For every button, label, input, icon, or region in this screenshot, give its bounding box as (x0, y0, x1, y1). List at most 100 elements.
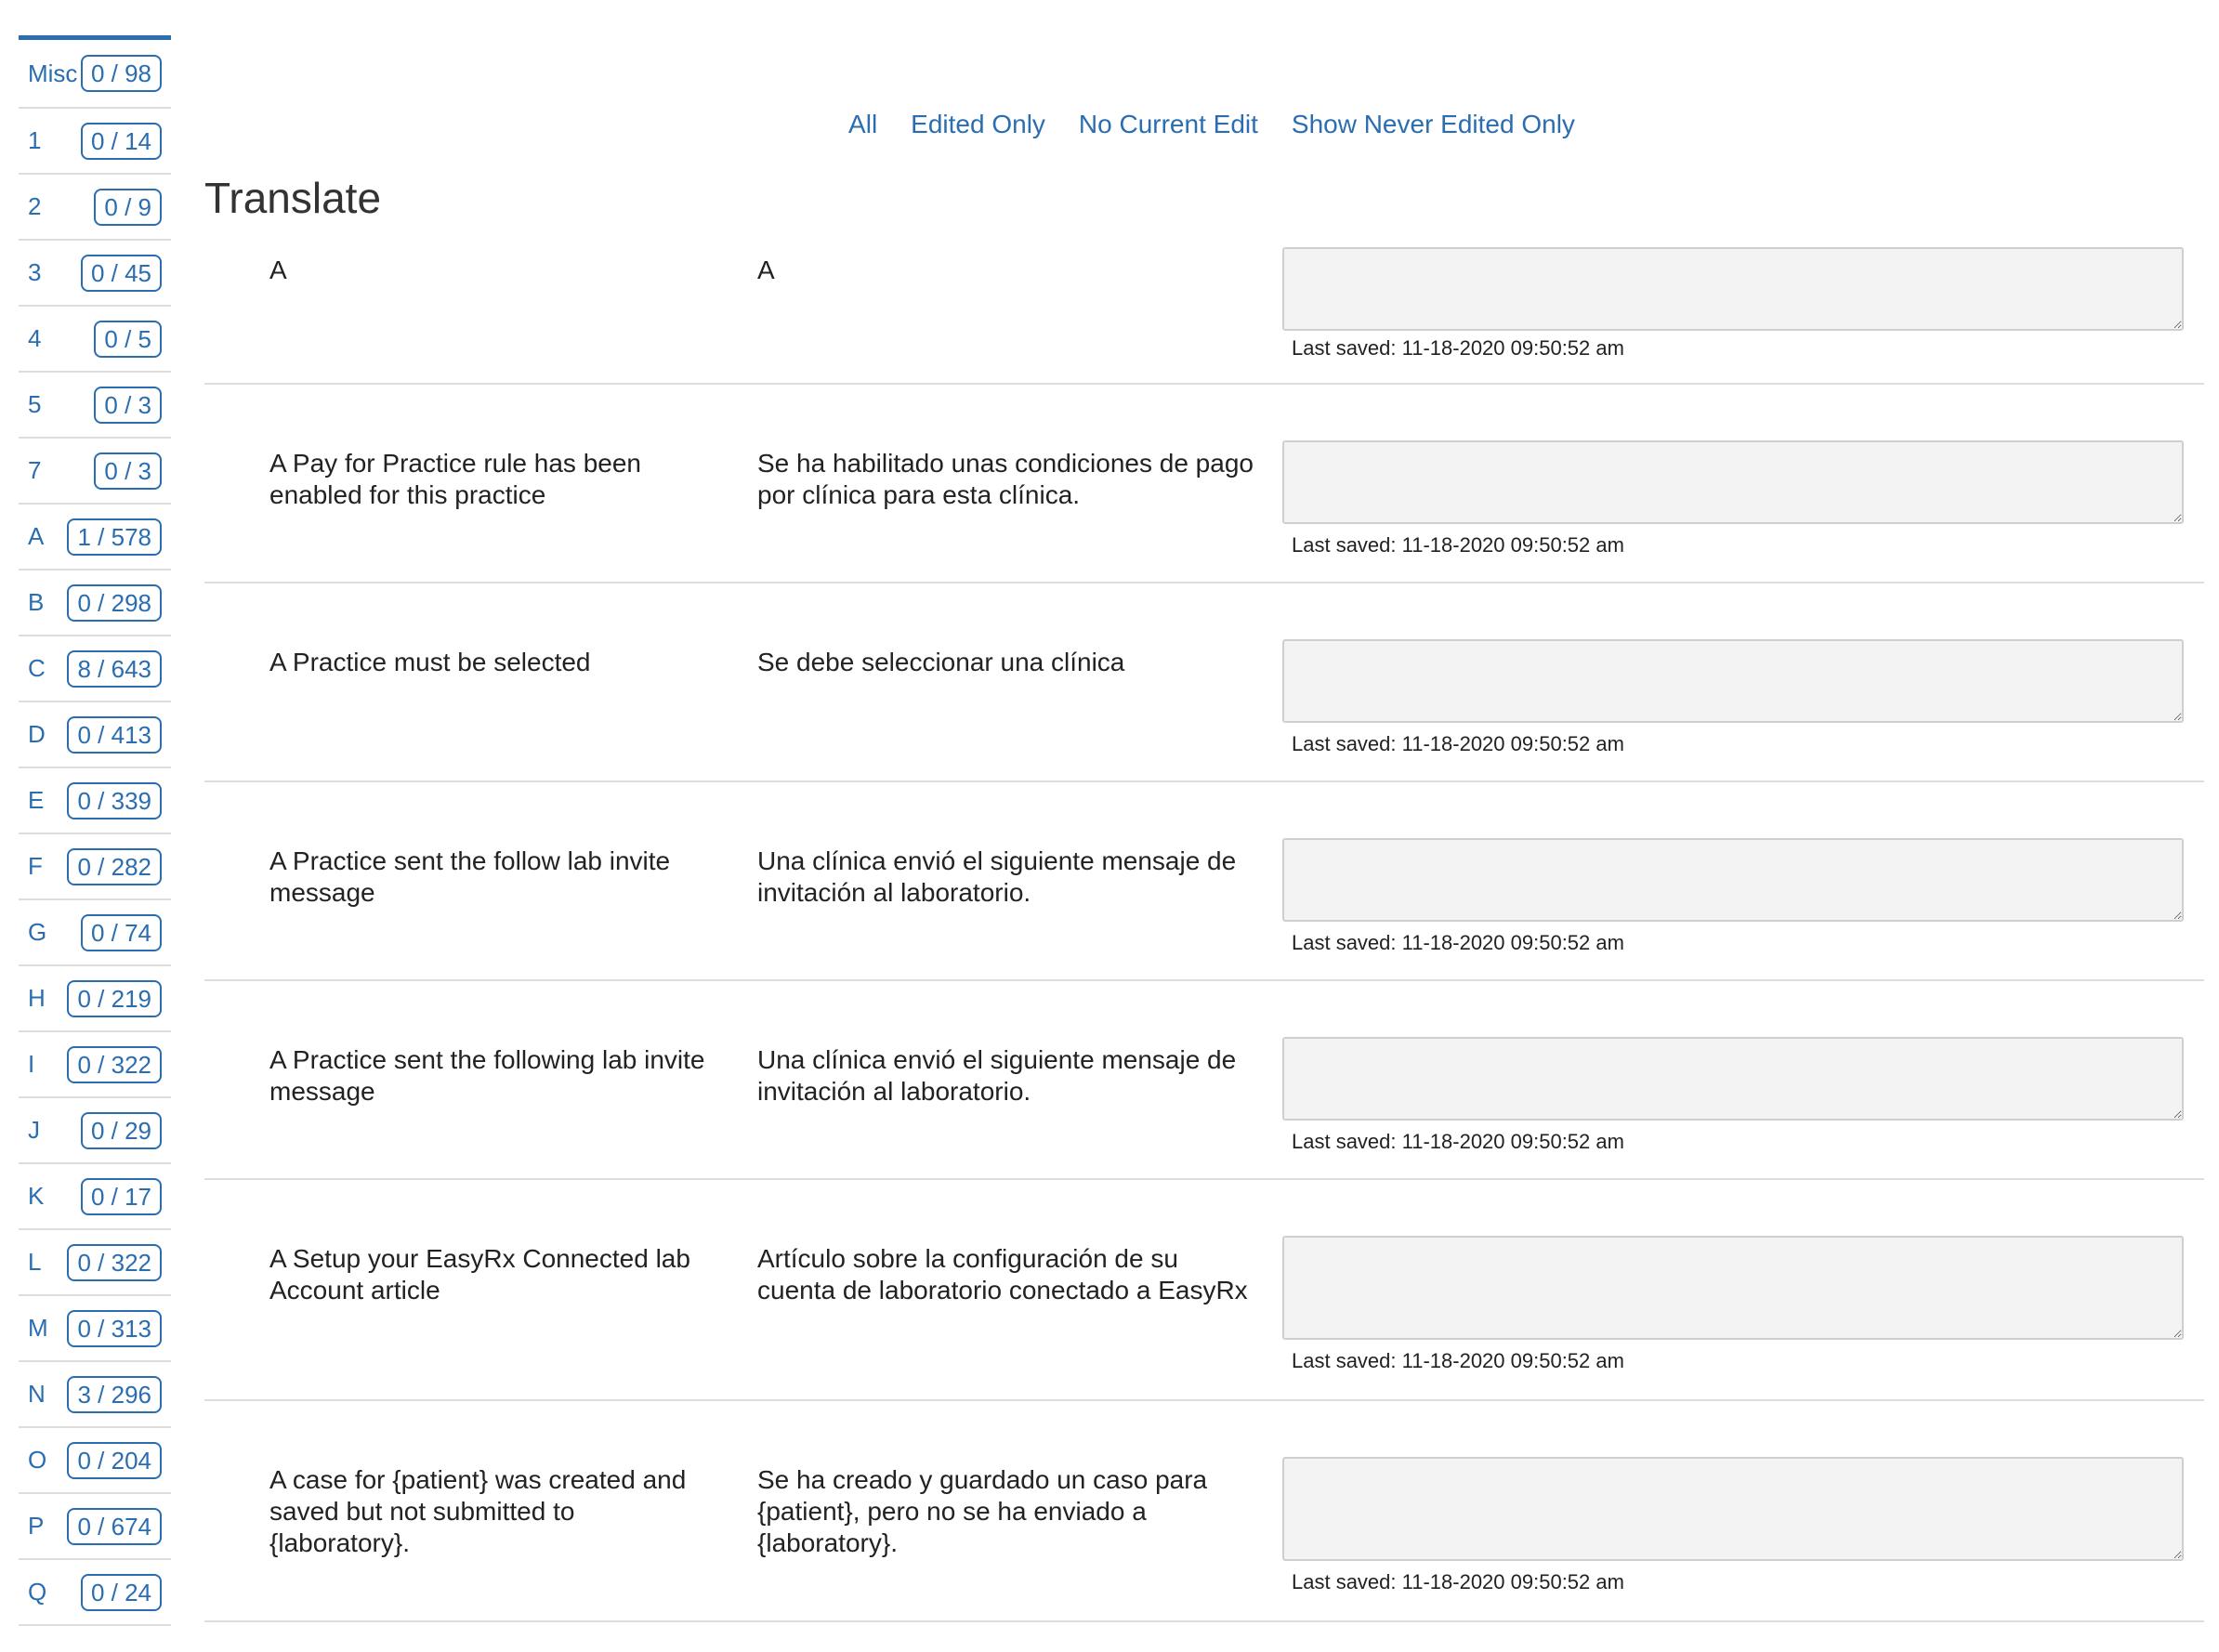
source-text: A Practice must be selected (269, 648, 591, 676)
count-badge: 1 / 578 (67, 518, 162, 556)
last-saved-text: Last saved: 11-18-2020 09:50:52 am (1292, 533, 1624, 557)
sidebar-item-j[interactable]: J 0 / 29 (19, 1098, 171, 1164)
translation-edit-field[interactable] (1282, 440, 2184, 524)
sidebar-item-n[interactable]: N 3 / 296 (19, 1362, 171, 1428)
sidebar-item-label: L (28, 1248, 42, 1276)
translated-text: Se debe seleccionar una clínica (757, 648, 1125, 676)
sidebar-item-m[interactable]: M 0 / 313 (19, 1296, 171, 1362)
count-badge: 0 / 282 (67, 847, 162, 885)
sidebar-item-label: K (28, 1182, 45, 1210)
count-badge: 0 / 3 (94, 452, 162, 490)
sidebar-item-label: C (28, 654, 46, 682)
sidebar-item-d[interactable]: D 0 / 413 (19, 702, 171, 768)
letter-sidebar: Misc 0 / 98 10 / 14 20 / 9 30 / 45 40 / 5… (19, 35, 171, 1626)
sidebar-item-e[interactable]: E 0 / 339 (19, 768, 171, 834)
count-badge: 0 / 3 (94, 386, 162, 424)
count-badge: 3 / 296 (67, 1375, 162, 1413)
sidebar-item-3[interactable]: 3 0 / 45 (19, 241, 171, 307)
sidebar-item-label: 4 (28, 324, 42, 352)
sidebar-item-label: 3 (28, 258, 42, 286)
count-badge: 0 / 29 (80, 1111, 162, 1149)
translation-row: A Practice sent the follow lab invite me… (204, 782, 2204, 981)
last-saved-text: Last saved: 11-18-2020 09:50:52 am (1292, 931, 1624, 954)
sidebar-item-o[interactable]: O 0 / 204 (19, 1428, 171, 1494)
source-text: A Pay for Practice rule has been enabled… (269, 449, 641, 509)
count-badge: 0 / 322 (67, 1045, 162, 1083)
translated-text: Artículo sobre la configuración de su cu… (757, 1244, 1248, 1305)
translation-row: A A Last saved: 11-18-2020 09:50:52 am (204, 243, 2204, 385)
sidebar-item-label: N (28, 1380, 46, 1408)
sidebar-item-4[interactable]: 4 0 / 5 (19, 307, 171, 373)
translation-row: A Practice sent the following lab invite… (204, 981, 2204, 1180)
sidebar-item-l[interactable]: L 0 / 322 (19, 1230, 171, 1296)
sidebar-item-label: 2 (28, 192, 42, 220)
count-badge: 0 / 98 (80, 55, 162, 92)
translation-list: A A Last saved: 11-18-2020 09:50:52 am A… (204, 243, 2204, 1622)
sidebar-item-label: F (28, 852, 43, 880)
last-saved-text: Last saved: 11-18-2020 09:50:52 am (1292, 336, 1624, 360)
translated-text: Una clínica envió el siguiente mensaje d… (757, 846, 1237, 907)
sidebar-item-label: 7 (28, 456, 42, 484)
filter-no-current-edit-link[interactable]: No Current Edit (1079, 110, 1258, 139)
translation-edit-field[interactable] (1282, 639, 2184, 723)
translation-row: A Practice must be selected Se debe sele… (204, 583, 2204, 782)
sidebar-item-g[interactable]: G 0 / 74 (19, 900, 171, 966)
sidebar-item-label: I (28, 1050, 35, 1078)
sidebar-item-label: M (28, 1314, 48, 1342)
count-badge: 0 / 24 (80, 1573, 162, 1611)
count-badge: 0 / 17 (80, 1177, 162, 1215)
source-text: A case for {patient} was created and sav… (269, 1465, 687, 1557)
sidebar-item-label: A (28, 522, 45, 550)
filter-bar: All Edited Only No Current Edit Show Nev… (0, 110, 2219, 139)
sidebar-item-label: P (28, 1512, 45, 1540)
sidebar-item-label: O (28, 1446, 47, 1474)
sidebar-item-p[interactable]: P 0 / 674 (19, 1494, 171, 1560)
translation-row: A Pay for Practice rule has been enabled… (204, 385, 2204, 583)
count-badge: 0 / 322 (67, 1243, 162, 1281)
sidebar-item-q[interactable]: Q 0 / 24 (19, 1560, 171, 1626)
count-badge: 0 / 5 (94, 320, 162, 358)
translation-edit-field[interactable] (1282, 1457, 2184, 1561)
count-badge: 8 / 643 (67, 649, 162, 688)
sidebar-item-7[interactable]: 7 0 / 3 (19, 439, 171, 505)
count-badge: 0 / 74 (80, 913, 162, 951)
count-badge: 0 / 45 (80, 254, 162, 292)
sidebar-item-h[interactable]: H 0 / 219 (19, 966, 171, 1032)
last-saved-text: Last saved: 11-18-2020 09:50:52 am (1292, 1570, 1624, 1593)
sidebar-item-a[interactable]: A 1 / 578 (19, 505, 171, 570)
sidebar-item-f[interactable]: F 0 / 282 (19, 834, 171, 900)
sidebar-item-label: E (28, 786, 45, 814)
sidebar-item-label: Q (28, 1578, 47, 1606)
sidebar-item-label: Misc (28, 59, 78, 87)
translated-text: Se ha creado y guardado un caso para {pa… (757, 1465, 1208, 1557)
sidebar-item-label: J (28, 1116, 40, 1144)
filter-never-edited-link[interactable]: Show Never Edited Only (1292, 110, 1575, 139)
filter-all-link[interactable]: All (848, 110, 877, 139)
sidebar-item-5[interactable]: 5 0 / 3 (19, 373, 171, 439)
translation-edit-field[interactable] (1282, 247, 2184, 331)
translation-row: A Setup your EasyRx Connected lab Accoun… (204, 1180, 2204, 1401)
count-badge: 0 / 339 (67, 781, 162, 819)
sidebar-item-c[interactable]: C 8 / 643 (19, 636, 171, 702)
sidebar-item-label: 5 (28, 390, 42, 418)
sidebar-item-b[interactable]: B 0 / 298 (19, 570, 171, 636)
count-badge: 0 / 298 (67, 583, 162, 622)
sidebar-item-i[interactable]: I 0 / 322 (19, 1032, 171, 1098)
sidebar-item-label: B (28, 588, 45, 616)
source-text: A Setup your EasyRx Connected lab Accoun… (269, 1244, 690, 1305)
sidebar-item-label: G (28, 918, 47, 946)
sidebar-item-label: D (28, 720, 46, 748)
count-badge: 0 / 674 (67, 1507, 162, 1545)
source-text: A (269, 256, 287, 284)
translation-edit-field[interactable] (1282, 1236, 2184, 1340)
sidebar-item-k[interactable]: K 0 / 17 (19, 1164, 171, 1230)
translation-edit-field[interactable] (1282, 838, 2184, 922)
last-saved-text: Last saved: 11-18-2020 09:50:52 am (1292, 732, 1624, 755)
sidebar-item-misc[interactable]: Misc 0 / 98 (19, 40, 171, 109)
sidebar-item-label: H (28, 984, 46, 1012)
filter-edited-only-link[interactable]: Edited Only (911, 110, 1045, 139)
last-saved-text: Last saved: 11-18-2020 09:50:52 am (1292, 1349, 1624, 1372)
count-badge: 0 / 413 (67, 715, 162, 754)
translation-edit-field[interactable] (1282, 1037, 2184, 1121)
sidebar-item-2[interactable]: 2 0 / 9 (19, 175, 171, 241)
